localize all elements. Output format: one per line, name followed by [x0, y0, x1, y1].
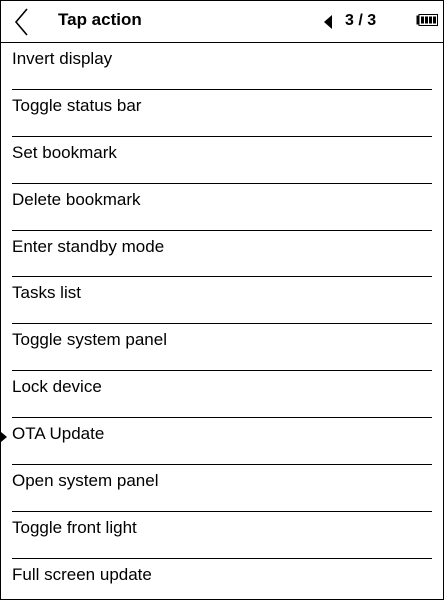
- list-item-label: Full screen update: [12, 564, 152, 584]
- list-item-label: Set bookmark: [12, 142, 117, 162]
- list-item-ota-update[interactable]: OTA Update: [0, 418, 444, 466]
- list-item-label: Lock device: [12, 377, 102, 397]
- list-item-label: Open system panel: [12, 471, 159, 491]
- list-item-enter-standby-mode[interactable]: Enter standby mode: [0, 231, 444, 278]
- header-bar: Tap action 3 / 3: [0, 0, 444, 43]
- list-item-label: OTA Update: [12, 424, 105, 444]
- list-item-label: Toggle front light: [12, 517, 137, 537]
- back-chevron-icon[interactable]: [14, 8, 30, 36]
- list-item-label: Enter standby mode: [12, 236, 165, 256]
- list-item-delete-bookmark[interactable]: Delete bookmark: [0, 184, 444, 231]
- list-item-toggle-front-light[interactable]: Toggle front light: [0, 512, 444, 559]
- list-item-label: Invert display: [12, 49, 113, 68]
- list-item-set-bookmark[interactable]: Set bookmark: [0, 137, 444, 184]
- list-item-label: Tasks list: [12, 283, 81, 303]
- list-item-toggle-system-panel[interactable]: Toggle system panel: [0, 324, 444, 372]
- list-item-label: Toggle system panel: [12, 330, 167, 350]
- list-item-label: Delete bookmark: [12, 189, 141, 209]
- tap-action-list: Invert display Toggle status bar Set boo…: [0, 43, 444, 606]
- list-item-open-system-panel[interactable]: Open system panel: [0, 465, 444, 512]
- selection-marker-icon: [1, 432, 7, 443]
- list-item-full-screen-update[interactable]: Full screen update: [0, 559, 444, 606]
- previous-page-icon[interactable]: [324, 15, 333, 29]
- list-item-tasks-list[interactable]: Tasks list: [0, 277, 444, 325]
- battery-icon: [416, 14, 438, 26]
- page-indicator: 3 / 3: [345, 12, 377, 29]
- list-item-toggle-status-bar[interactable]: Toggle status bar: [0, 90, 444, 137]
- list-item-label: Toggle status bar: [12, 95, 142, 115]
- list-item-lock-device[interactable]: Lock device: [0, 371, 444, 419]
- page-title: Tap action: [58, 10, 142, 29]
- list-item-invert-display[interactable]: Invert display: [0, 43, 444, 90]
